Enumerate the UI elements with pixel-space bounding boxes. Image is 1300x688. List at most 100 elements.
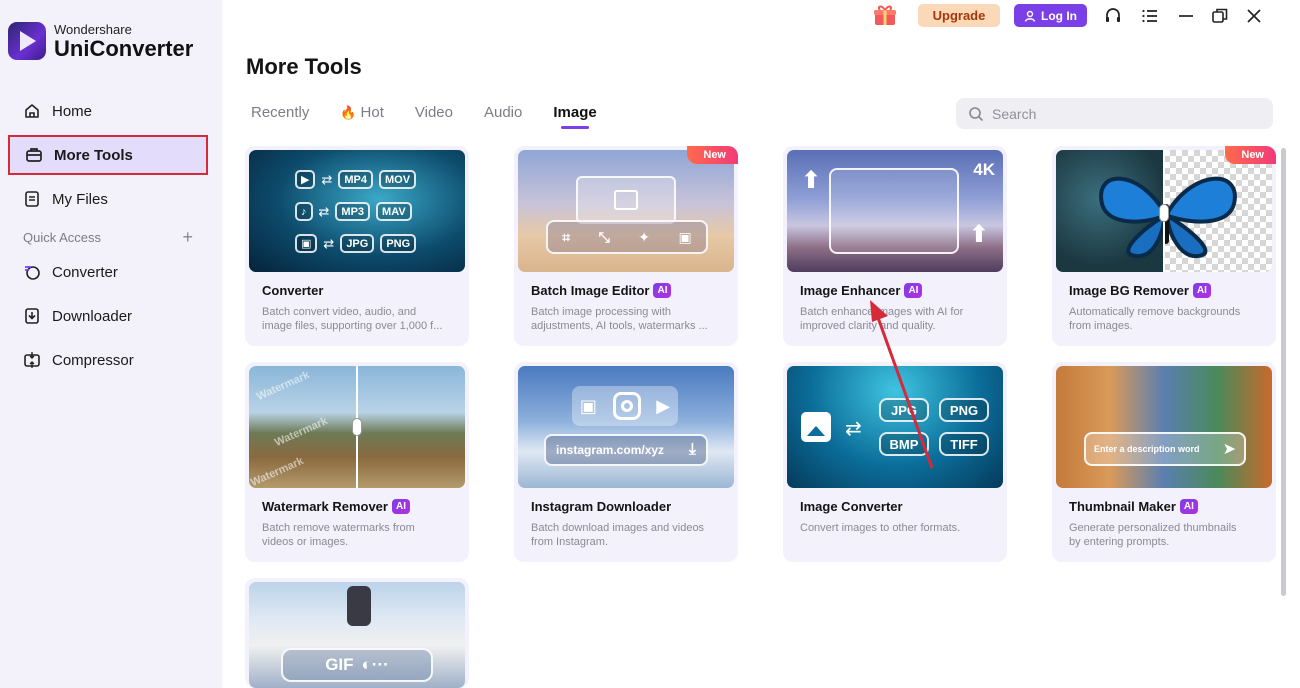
upgrade-button[interactable]: Upgrade	[918, 4, 1000, 27]
audio-format-icon: ♪	[295, 202, 313, 221]
format-pill: TIFF	[939, 432, 989, 456]
ai-badge: AI	[391, 499, 410, 514]
instagram-downloader-thumbnail: ▣ ▶ instagram.com/xyz ⤓	[518, 366, 734, 488]
card-title: Thumbnail Maker AI	[1069, 499, 1198, 514]
add-quick-access-icon[interactable]: +	[182, 228, 193, 246]
card-title: Batch Image Editor AI	[531, 283, 672, 298]
sidebar-item-more-tools[interactable]: More Tools	[8, 135, 208, 175]
card-description: Generate personalized thumbnails by ente…	[1069, 522, 1237, 548]
tab-audio[interactable]: Audio	[484, 104, 522, 121]
image-bg-remover-thumbnail	[1056, 150, 1272, 272]
resize-icon: ⤡	[598, 228, 610, 245]
file-icon	[25, 191, 39, 207]
restore-icon[interactable]	[1210, 6, 1230, 26]
card-title: Image BG Remover AI	[1069, 283, 1211, 298]
main-content: Upgrade Log In More Tools Recently 🔥 Hot …	[222, 0, 1300, 688]
title-bar: Upgrade Log In	[874, 0, 1300, 32]
sidebar-item-converter[interactable]: Converter	[8, 252, 208, 292]
tab-label: Image	[553, 104, 597, 121]
card-title-text: Thumbnail Maker	[1069, 499, 1176, 514]
brand-product: UniConverter	[54, 35, 194, 61]
card-title: Image Enhancer AI	[800, 283, 923, 298]
sidebar-item-label: More Tools	[54, 146, 133, 164]
login-label: Log In	[1041, 8, 1077, 23]
video-icon: ▶	[656, 395, 671, 416]
tab-image[interactable]: Image	[553, 104, 597, 129]
close-icon[interactable]	[1244, 6, 1264, 26]
batch-image-editor-thumbnail: ⌗ ⤡ ✦ ▣	[518, 150, 734, 272]
sidebar-item-label: Downloader	[52, 307, 133, 325]
image-icon	[614, 190, 638, 210]
send-arrow-icon: ➤	[1222, 441, 1236, 458]
sidebar-item-my-files[interactable]: My Files	[8, 179, 208, 219]
watermark-text: Watermark	[254, 369, 312, 403]
ai-badge: AI	[653, 283, 672, 298]
fire-icon: 🔥	[340, 104, 357, 120]
search-input[interactable]: Search	[956, 98, 1273, 129]
resolution-badge: 4K	[973, 160, 995, 179]
video-format-icon: ▶	[295, 170, 316, 189]
home-icon	[25, 104, 39, 118]
gif-bar: GIF ◐···	[281, 648, 433, 682]
sidebar-item-label: Home	[52, 102, 93, 120]
tool-card-converter[interactable]: ▶ ⇄ MP4 MOV ♪ ⇄ MP3 MAV ▣ ⇄ JPG PNG Converter Bat…	[245, 146, 469, 346]
quick-access-label: Quick Access	[23, 230, 102, 245]
image-format-icon: ▣	[295, 234, 318, 253]
login-button[interactable]: Log In	[1014, 4, 1087, 27]
tab-recently[interactable]: Recently	[251, 104, 309, 121]
scrollbar[interactable]	[1281, 148, 1286, 596]
headset-icon[interactable]	[1103, 6, 1123, 26]
upscale-arrow-icon: ⬆	[801, 167, 822, 194]
sidebar-item-downloader[interactable]: Downloader	[8, 296, 208, 336]
card-description: Automatically remove backgrounds from im…	[1069, 306, 1241, 332]
gif-label: GIF	[325, 655, 354, 674]
tab-label: Video	[414, 104, 453, 121]
page-title: More Tools	[246, 54, 362, 79]
brand-company: Wondershare	[54, 21, 132, 37]
card-title: Image Converter	[800, 499, 903, 514]
sidebar-item-label: My Files	[52, 190, 108, 208]
uniconverter-logo-icon	[8, 22, 46, 60]
prompt-input-mock: Enter a description word ➤	[1084, 432, 1246, 466]
instagram-url: instagram.com/xyz	[556, 443, 665, 457]
tool-card-image-bg-remover[interactable]: New Image BG Remover AI Automatically rem…	[1052, 146, 1276, 346]
compressor-icon	[24, 352, 40, 368]
picture-icon: ▣	[678, 228, 692, 245]
crop-icon: ⌗	[562, 228, 571, 245]
tab-hot[interactable]: 🔥 Hot	[340, 104, 384, 121]
format-pill: MP4	[338, 170, 373, 189]
tool-card-thumbnail-maker[interactable]: Enter a description word ➤ Thumbnail Make…	[1052, 362, 1276, 562]
prompt-text: Enter a description word	[1094, 444, 1200, 454]
sidebar-item-home[interactable]: Home	[8, 91, 208, 131]
tool-card-gif-maker[interactable]: GIF ◐···	[245, 578, 469, 688]
card-title-text: Instagram Downloader	[531, 499, 672, 514]
converter-thumbnail: ▶ ⇄ MP4 MOV ♪ ⇄ MP3 MAV ▣ ⇄ JPG PNG	[249, 150, 465, 272]
card-description: Batch download images and videos from In…	[531, 522, 705, 548]
downloader-icon	[25, 308, 39, 324]
butterfly-image	[1099, 176, 1237, 259]
convert-arrows-icon: ⇄	[845, 418, 862, 440]
format-pill: PNG	[380, 234, 417, 253]
card-title-text: Image BG Remover	[1069, 283, 1189, 298]
sidebar: Wondershare UniConverter Home More Tools…	[0, 0, 222, 688]
toolbox-icon	[26, 148, 42, 162]
search-placeholder: Search	[992, 105, 1037, 122]
gif-maker-thumbnail: GIF ◐···	[249, 582, 465, 688]
tool-card-batch-image-editor[interactable]: ⌗ ⤡ ✦ ▣ New Batch Image Editor AI Batch imag…	[514, 146, 738, 346]
tab-video[interactable]: Video	[415, 104, 453, 121]
menu-list-icon[interactable]	[1140, 6, 1160, 26]
compare-slider-handle	[1159, 204, 1169, 222]
tool-card-instagram-downloader[interactable]: ▣ ▶ instagram.com/xyz ⤓ Instagram Downloa…	[514, 362, 738, 562]
image-enhancer-thumbnail: 4K ⬆ ⬆	[787, 150, 1003, 272]
gift-icon[interactable]	[872, 4, 898, 26]
instagram-icon	[612, 392, 641, 420]
image-icon: ▣	[579, 395, 597, 416]
gif-loading-icon: ◐···	[361, 655, 389, 674]
ai-badge: AI	[1192, 283, 1211, 298]
converter-icon	[25, 266, 40, 280]
search-icon	[969, 106, 984, 121]
sidebar-item-compressor[interactable]: Compressor	[8, 340, 208, 380]
user-icon	[1024, 10, 1036, 22]
tool-card-watermark-remover[interactable]: Watermark Watermark Watermark Watermark …	[245, 362, 469, 562]
minimize-icon[interactable]	[1176, 6, 1196, 26]
